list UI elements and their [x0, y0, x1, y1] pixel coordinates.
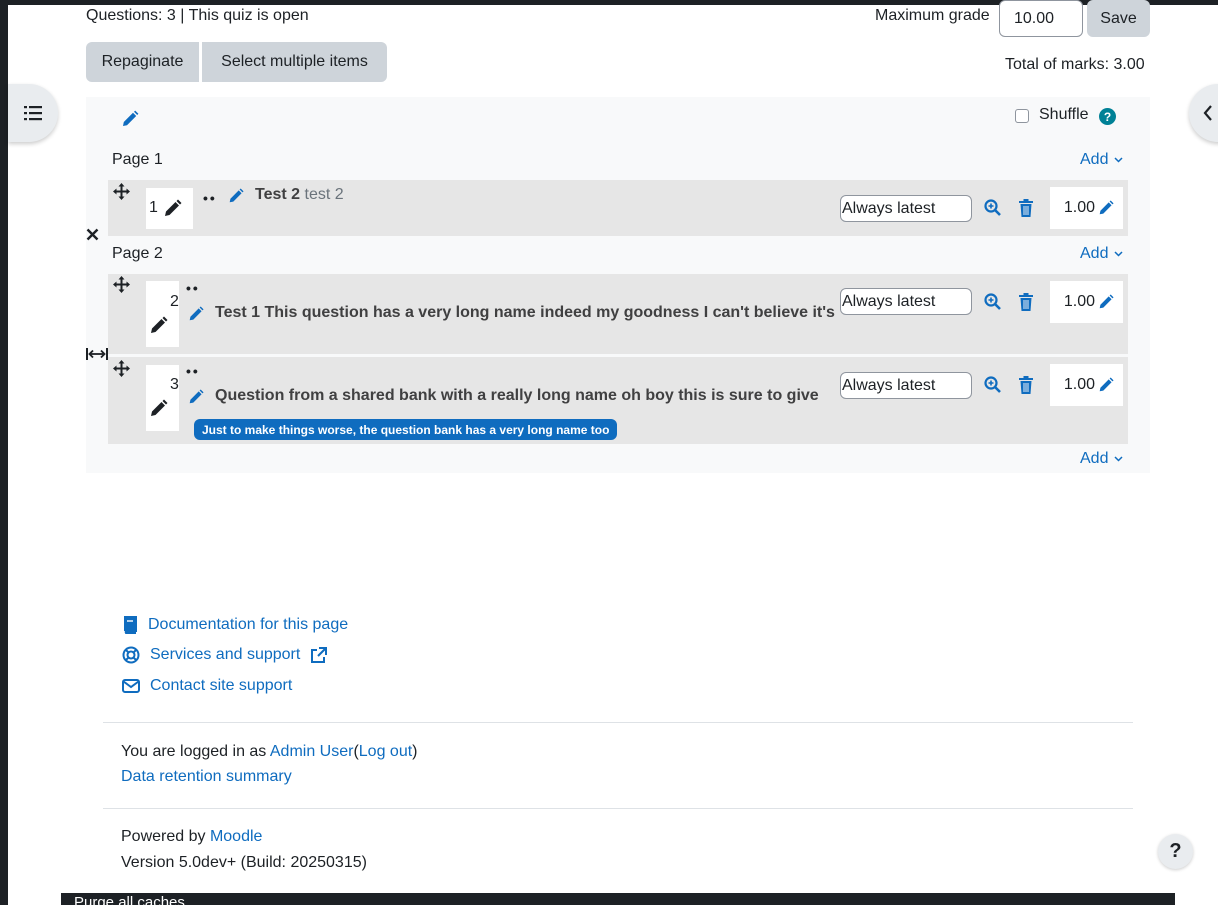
preview-icon[interactable] — [984, 293, 1002, 311]
contact-support-label: Contact site support — [150, 677, 293, 694]
page-2-label: Page 2 — [112, 245, 163, 262]
version-select[interactable]: Always latest — [840, 195, 972, 222]
version-value: Always latest — [842, 199, 936, 217]
move-icon[interactable] — [113, 183, 130, 200]
edit-mark-icon[interactable] — [1097, 376, 1115, 394]
move-icon[interactable] — [113, 360, 130, 377]
question-type-icon: •• — [186, 280, 200, 296]
chevron-left-icon — [1203, 105, 1212, 121]
user-profile-link[interactable]: Admin User — [270, 743, 354, 760]
save-button[interactable]: Save — [1087, 0, 1150, 37]
slot-2-question-name[interactable]: Test 1 This question has a very long nam… — [215, 304, 835, 322]
edit-mark-icon[interactable] — [1097, 199, 1115, 217]
shuffle-checkbox[interactable] — [1015, 109, 1029, 123]
total-marks: Total of marks: 3.00 — [1005, 56, 1145, 73]
mark-value: 1.00 — [1063, 376, 1095, 393]
slot-number: 2 — [170, 293, 179, 310]
documentation-label: Documentation for this page — [148, 616, 349, 633]
question-text: test 2 — [304, 186, 344, 203]
life-ring-icon — [122, 646, 140, 664]
repaginate-button[interactable]: Repaginate — [86, 42, 199, 82]
slot-1-number-box: 1 — [146, 188, 193, 229]
edit-section-heading-icon[interactable] — [120, 109, 140, 129]
version-info: Version 5.0dev+ (Build: 20250315) — [121, 854, 367, 871]
footer-help-button[interactable]: ? — [1158, 834, 1193, 869]
question-name: Test 2 — [255, 186, 301, 203]
block-drawer-toggle[interactable] — [1189, 84, 1218, 142]
max-grade-label: Maximum grade — [875, 7, 990, 24]
course-index-toggle[interactable] — [8, 84, 58, 142]
edit-number-icon[interactable] — [149, 315, 169, 335]
delete-icon[interactable] — [1018, 199, 1034, 217]
slot-3-mark[interactable]: 1.00 — [1050, 364, 1123, 406]
contact-support-link[interactable]: Contact site support — [122, 677, 292, 695]
mark-value: 1.00 — [1063, 199, 1095, 216]
documentation-link[interactable]: Documentation for this page — [122, 616, 348, 634]
max-grade-value: 10.00 — [1014, 9, 1055, 27]
slot-1-mark[interactable]: 1.00 — [1050, 187, 1123, 229]
remove-page-break-icon[interactable] — [86, 228, 99, 241]
slot-number: 3 — [170, 376, 179, 393]
add-page-break-icon[interactable] — [86, 347, 108, 361]
preview-icon[interactable] — [984, 376, 1002, 394]
add-menu-bottom[interactable]: Add — [1080, 450, 1123, 468]
question-type-icon: •• — [203, 190, 217, 206]
moodle-link[interactable]: Moodle — [210, 828, 262, 845]
shuffle-label: Shuffle — [1039, 106, 1089, 123]
slot-1-question-link[interactable]: Test 2 test 2 — [255, 186, 344, 204]
slot-2-mark[interactable]: 1.00 — [1050, 281, 1123, 323]
logged-in-info: You are logged in as Admin User(Log out) — [121, 743, 418, 760]
data-retention-link[interactable]: Data retention summary — [121, 768, 292, 786]
version-value: Always latest — [842, 376, 936, 394]
purge-caches-button[interactable]: Purge all caches — [74, 895, 185, 905]
edit-question-icon[interactable] — [187, 305, 205, 323]
version-value: Always latest — [842, 292, 936, 310]
help-icon[interactable]: ? — [1099, 108, 1116, 125]
external-link-icon — [311, 646, 328, 663]
logged-in-prefix: You are logged in as — [121, 743, 267, 760]
list-icon — [24, 106, 42, 121]
page-1-label: Page 1 — [112, 151, 163, 168]
chevron-down-icon — [1114, 157, 1123, 163]
edit-question-icon[interactable] — [227, 187, 245, 205]
preview-icon[interactable] — [984, 199, 1002, 217]
chevron-down-icon — [1114, 251, 1123, 257]
footer-divider — [103, 808, 1133, 809]
version-select[interactable]: Always latest — [840, 372, 972, 399]
book-icon — [124, 616, 137, 634]
powered-by: Powered by Moodle — [121, 828, 262, 846]
select-multiple-button[interactable]: Select multiple items — [202, 42, 387, 82]
slot-2-number-box: 2 — [146, 281, 179, 347]
edit-number-icon[interactable] — [149, 398, 169, 418]
purge-caches-bar: Purge all caches — [61, 893, 1175, 905]
move-icon[interactable] — [113, 276, 130, 293]
left-edge — [0, 0, 8, 905]
powered-prefix: Powered by — [121, 828, 206, 845]
edit-number-icon[interactable] — [163, 198, 183, 218]
questions-info: Questions: 3 | This quiz is open — [86, 7, 309, 24]
edit-question-icon[interactable] — [187, 388, 205, 406]
question-type-icon: •• — [186, 363, 200, 379]
add-menu-page-1[interactable]: Add — [1080, 151, 1123, 169]
add-label: Add — [1080, 450, 1109, 467]
delete-icon[interactable] — [1018, 293, 1034, 311]
logout-link[interactable]: Log out — [359, 743, 412, 760]
mark-value: 1.00 — [1063, 293, 1095, 310]
footer-divider — [103, 722, 1133, 723]
max-grade-input[interactable]: 10.00 — [999, 0, 1083, 37]
add-label: Add — [1080, 245, 1109, 262]
slot-3-question-name[interactable]: Question from a shared bank with a reall… — [215, 387, 819, 405]
slot-3-number-box: 3 — [146, 365, 179, 431]
envelope-icon — [122, 679, 140, 693]
chevron-down-icon — [1114, 456, 1123, 462]
version-select[interactable]: Always latest — [840, 288, 972, 315]
add-menu-page-2[interactable]: Add — [1080, 245, 1123, 263]
question-bank-badge: Just to make things worse, the question … — [194, 419, 618, 440]
services-support-label: Services and support — [150, 646, 301, 663]
delete-icon[interactable] — [1018, 376, 1034, 394]
add-label: Add — [1080, 151, 1109, 168]
edit-mark-icon[interactable] — [1097, 293, 1115, 311]
slot-number: 1 — [149, 199, 158, 216]
services-support-link[interactable]: Services and support — [122, 646, 328, 664]
